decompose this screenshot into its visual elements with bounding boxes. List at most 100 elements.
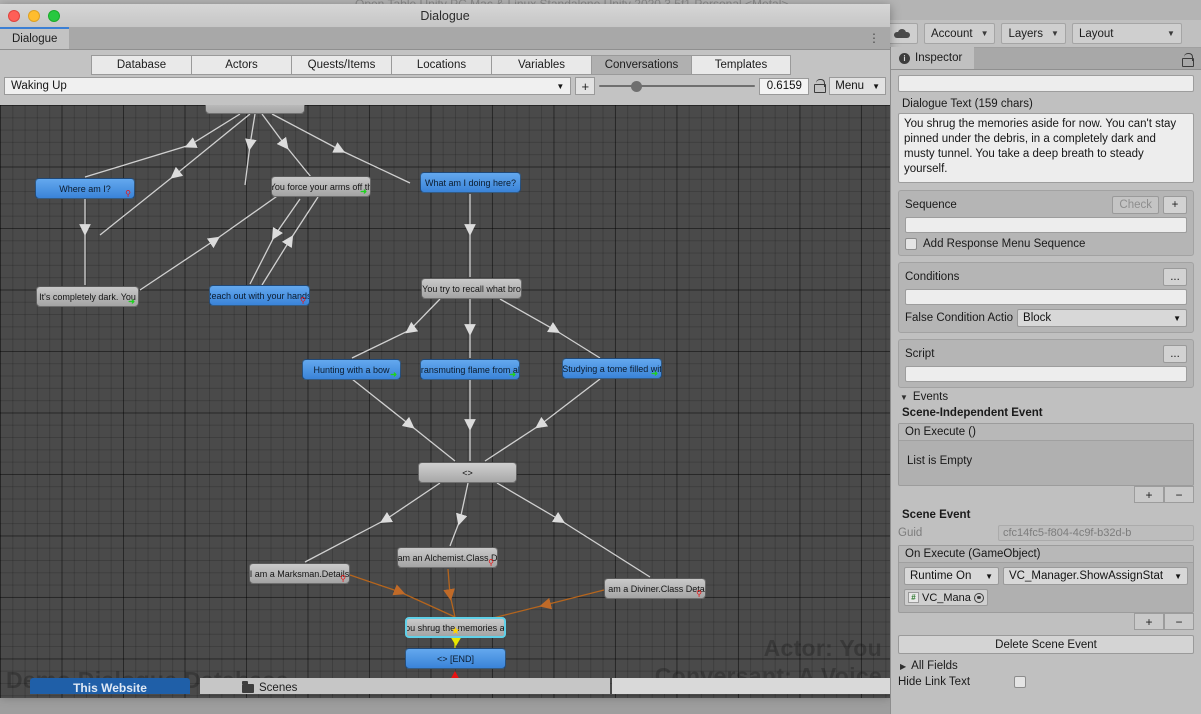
sequence-add-button[interactable]: + xyxy=(1163,196,1187,214)
pin-icon: ⚲ xyxy=(300,296,306,305)
node-force-arms[interactable]: You force your arms off th ➜ xyxy=(271,176,371,197)
hide-link-text-row[interactable]: Hide Link Text xyxy=(898,676,1194,688)
node-hunting-with-bow[interactable]: Hunting with a bow ➜ xyxy=(302,359,401,380)
node-end[interactable]: <> [END] xyxy=(405,648,506,669)
false-condition-label: False Condition Actio xyxy=(905,312,1014,324)
add-label: + xyxy=(1145,614,1153,629)
zoom-value-field[interactable]: 0.6159 xyxy=(759,77,810,95)
zoom-slider[interactable] xyxy=(599,77,756,95)
scene-event-label: Scene Event xyxy=(902,509,971,521)
script-ellipsis-button[interactable]: ... xyxy=(1163,345,1187,363)
events-label: Events xyxy=(912,391,949,403)
sequence-field[interactable] xyxy=(905,217,1187,233)
zoom-handle[interactable] xyxy=(631,80,643,92)
zoom-value: 0.6159 xyxy=(766,80,802,92)
zoom-track xyxy=(599,85,756,87)
sequence-header: Sequence Check + xyxy=(905,196,1187,214)
scene-event-box: On Execute (GameObject) Runtime On ▼ VC_… xyxy=(898,545,1194,613)
node-studying-tome[interactable]: Studying a tome filled wit ➜ xyxy=(562,358,662,379)
link-arrow-icon: ➜ xyxy=(651,369,658,378)
category-conversations[interactable]: Conversations xyxy=(591,54,691,75)
scene-event-remove-button[interactable]: − xyxy=(1164,613,1194,630)
unlock-icon[interactable] xyxy=(813,79,827,93)
menu-dropdown[interactable]: Menu ▼ xyxy=(829,77,886,95)
on-execute-gameobject-header: On Execute (GameObject) xyxy=(899,546,1193,563)
category-templates[interactable]: Templates xyxy=(691,54,791,75)
node-completely-dark[interactable]: It's completely dark. You ➜ xyxy=(36,286,139,307)
link-arrow-icon: ➜ xyxy=(509,370,516,379)
dialogue-text-area[interactable]: You shrug the memories aside for now. Yo… xyxy=(898,113,1194,183)
false-condition-dropdown[interactable]: Block ▼ xyxy=(1017,309,1187,327)
triangle-right-icon: ▶ xyxy=(900,661,907,671)
delete-scene-event-button[interactable]: Delete Scene Event xyxy=(898,635,1194,654)
guid-row: Guid cfc14fc5-f804-4c9f-b32d-b xyxy=(898,525,1194,541)
title-field[interactable] xyxy=(898,75,1194,92)
remove-label: − xyxy=(1175,614,1183,629)
all-fields-foldout[interactable]: ▶ All Fields xyxy=(898,657,1194,674)
account-button[interactable]: Account ▼ xyxy=(924,23,996,44)
runtime-mode-dropdown[interactable]: Runtime On ▼ xyxy=(904,567,999,585)
node-try-to-recall[interactable]: You try to recall what bro xyxy=(421,278,522,299)
browser-tab[interactable]: This Website xyxy=(30,678,190,694)
category-database[interactable]: Database xyxy=(91,54,191,75)
node-diviner[interactable]: I am a Diviner.Class Detai ⚲ xyxy=(604,578,706,599)
delete-scene-event-label: Delete Scene Event xyxy=(995,638,1097,651)
cloud-button[interactable] xyxy=(886,23,918,44)
category-variables[interactable]: Variables xyxy=(491,54,591,75)
hide-link-text-checkbox[interactable] xyxy=(1014,676,1026,688)
node-label: Hunting with a bow xyxy=(313,364,390,375)
node-you-shrug-selected[interactable]: You shrug the memories asi ★ xyxy=(405,617,506,638)
tab-dialogue[interactable]: Dialogue xyxy=(0,27,70,49)
add-response-menu-checkbox[interactable] xyxy=(905,238,917,250)
category-locations[interactable]: Locations xyxy=(391,54,491,75)
conditions-ellipsis-button[interactable]: ... xyxy=(1163,268,1187,286)
target-icon[interactable] xyxy=(973,592,984,603)
project-browser-strip: Scenes xyxy=(200,678,610,694)
event-add-button[interactable]: + xyxy=(1134,486,1164,503)
add-conversation-button[interactable]: + xyxy=(575,77,596,95)
node-where-am-i[interactable]: Where am I? ⚲ xyxy=(35,178,135,199)
category-quests-items[interactable]: Quests/Items xyxy=(291,54,391,75)
category-actors[interactable]: Actors xyxy=(191,54,291,75)
tab-inspector[interactable]: i Inspector xyxy=(891,47,975,69)
node-what-am-i-doing[interactable]: What am I doing here? xyxy=(420,172,521,193)
unlock-icon[interactable] xyxy=(1181,53,1194,67)
sequence-check-button[interactable]: Check xyxy=(1112,196,1159,214)
node-alchemist[interactable]: I am an Alchemist.Class De ⚲ xyxy=(397,547,498,568)
menu-label: Menu xyxy=(835,80,865,92)
node-transmuting-flame[interactable]: Transmuting flame from alc ➜ xyxy=(420,359,520,380)
category-label: Locations xyxy=(416,58,467,71)
node-label: Reach out with your hands. xyxy=(209,290,310,301)
add-response-menu-row[interactable]: Add Response Menu Sequence xyxy=(905,238,1187,250)
layout-button[interactable]: Layout ▼ xyxy=(1071,23,1182,44)
pin-icon: ⚲ xyxy=(125,189,131,198)
chevron-down-icon: ▼ xyxy=(1173,313,1181,323)
node-label: It's completely dark. You xyxy=(39,291,136,302)
chevron-down-icon: ▼ xyxy=(1051,29,1059,38)
layers-label: Layers xyxy=(1008,27,1044,40)
node-marksman[interactable]: I am a Marksman.Details ⚲ xyxy=(249,563,350,584)
event-remove-button[interactable]: − xyxy=(1164,486,1194,503)
node-group[interactable]: <> xyxy=(418,462,517,483)
object-field[interactable]: # VC_Mana xyxy=(904,589,988,606)
script-field[interactable] xyxy=(905,366,1187,382)
on-execute-addremove: + − xyxy=(898,486,1194,503)
function-label: VC_Manager.ShowAssignStat xyxy=(1009,570,1164,582)
kebab-menu-icon[interactable]: ⋮ xyxy=(868,32,880,44)
node-reach-out[interactable]: Reach out with your hands. ⚲ xyxy=(209,285,310,306)
project-folder-label[interactable]: Scenes xyxy=(259,682,297,694)
scene-event-add-button[interactable]: + xyxy=(1134,613,1164,630)
node-label: I am a Marksman.Details xyxy=(249,568,350,579)
node-start[interactable] xyxy=(205,105,305,114)
ellipsis-label: ... xyxy=(1170,271,1180,283)
window-title: Dialogue xyxy=(420,8,470,23)
layout-label: Layout xyxy=(1078,27,1114,40)
function-dropdown[interactable]: VC_Manager.ShowAssignStat ▼ xyxy=(1003,567,1188,585)
conversation-dropdown[interactable]: Waking Up ▼ xyxy=(4,77,572,95)
conversation-toolbar: Waking Up ▼ + 0.6159 Menu ▼ xyxy=(0,76,890,98)
sequence-label: Sequence xyxy=(905,199,957,211)
events-foldout[interactable]: ▼ Events xyxy=(898,388,1194,405)
layers-button[interactable]: Layers ▼ xyxy=(1001,23,1066,44)
conditions-field[interactable] xyxy=(905,289,1187,305)
conversation-canvas[interactable]: Where am I? ⚲ You force your arms off th… xyxy=(0,105,890,698)
